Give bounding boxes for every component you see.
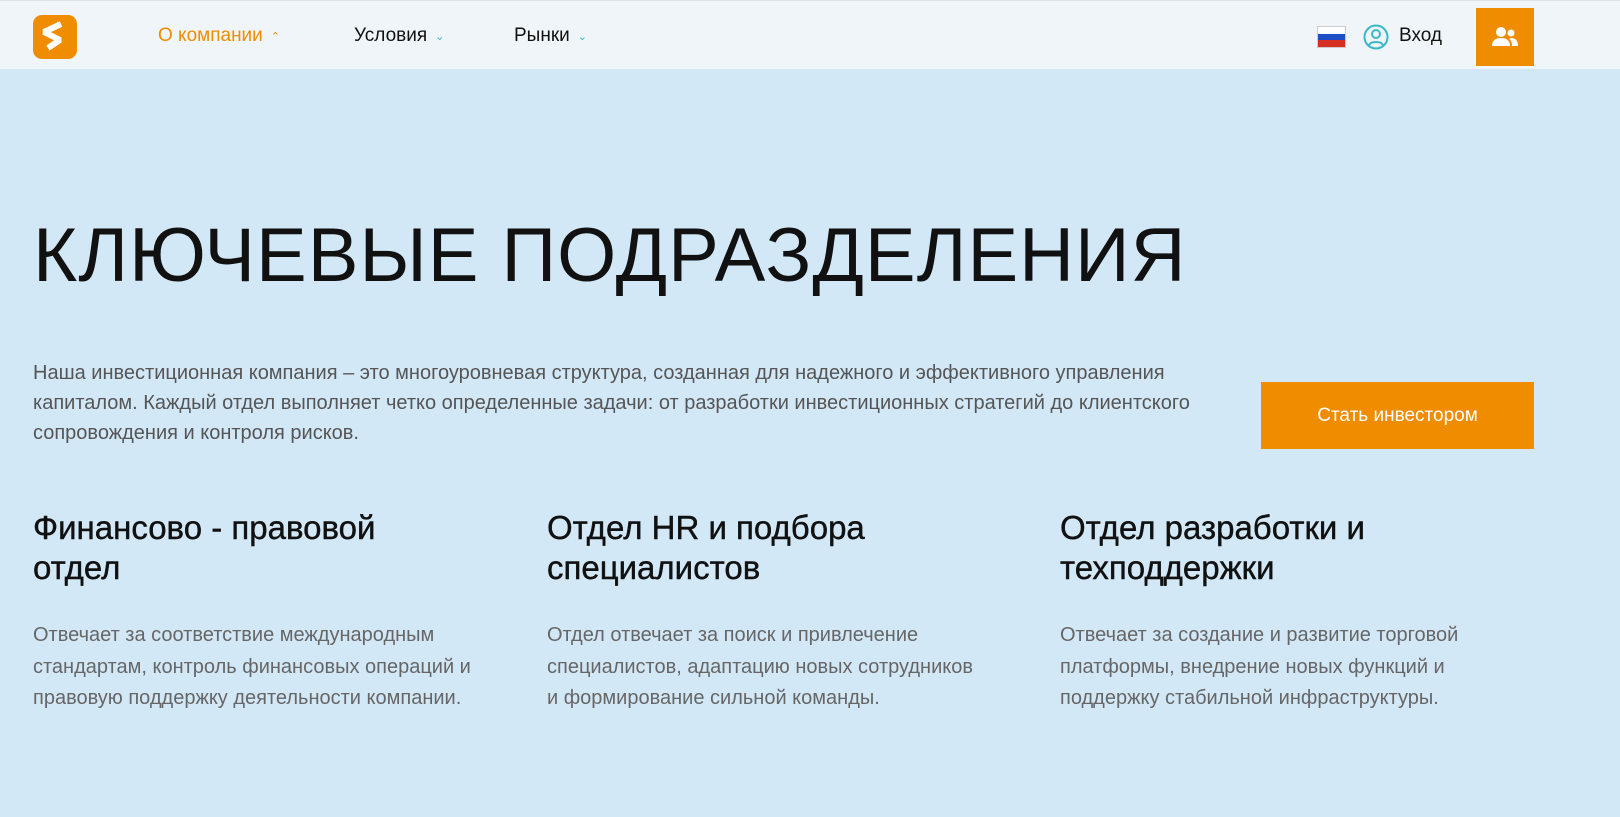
nav-conditions[interactable]: Условия ⌄: [354, 25, 444, 47]
users-icon: [1492, 27, 1518, 46]
department-title: Финансово - правовой отдел: [33, 509, 376, 586]
chevron-down-icon: ⌄: [435, 30, 445, 43]
department-text: Отдел отвечает за поиск и привлечение сп…: [547, 624, 973, 709]
logo-icon: [42, 21, 63, 51]
chevron-down-icon: ⌄: [577, 30, 587, 43]
logo[interactable]: [33, 15, 77, 59]
account-button[interactable]: [1476, 8, 1534, 66]
department-card: Отдел разработки и техподдержки Отвечает …: [1060, 508, 1530, 715]
become-investor-button[interactable]: Стать инвестором: [1261, 382, 1534, 449]
nav-label: Рынки: [514, 25, 570, 46]
login-link[interactable]: Вход: [1399, 25, 1442, 47]
department-text: Отвечает за соответствие международным с…: [33, 624, 471, 709]
nav-label: Условия: [354, 25, 428, 46]
language-flag-ru[interactable]: [1317, 26, 1346, 48]
department-title: Отдел разработки и техподдержки: [1060, 509, 1365, 586]
intro-text: Наша инвестиционная компания – это много…: [33, 362, 1190, 444]
page-title: КЛЮЧЕВЫЕ ПОДРАЗДЕЛЕНИЯ: [33, 213, 1187, 298]
nav-label: О компании: [158, 25, 263, 46]
user-icon[interactable]: [1363, 24, 1389, 50]
department-card: Отдел HR и подбора специалистов Отдел отв…: [547, 508, 1017, 715]
nav-about[interactable]: О компании ⌃: [158, 25, 280, 47]
chevron-up-icon: ⌃: [270, 30, 281, 43]
header: О компании ⌃ Условия ⌄ Рынки ⌄ Вход: [0, 0, 1620, 69]
nav-markets[interactable]: Рынки ⌄: [514, 25, 587, 47]
department-title: Отдел HR и подбора специалистов: [547, 509, 865, 586]
department-text: Отвечает за создание и развитие торговой…: [1060, 624, 1459, 709]
department-card: Финансово - правовой отдел Отвечает за со…: [33, 508, 503, 715]
